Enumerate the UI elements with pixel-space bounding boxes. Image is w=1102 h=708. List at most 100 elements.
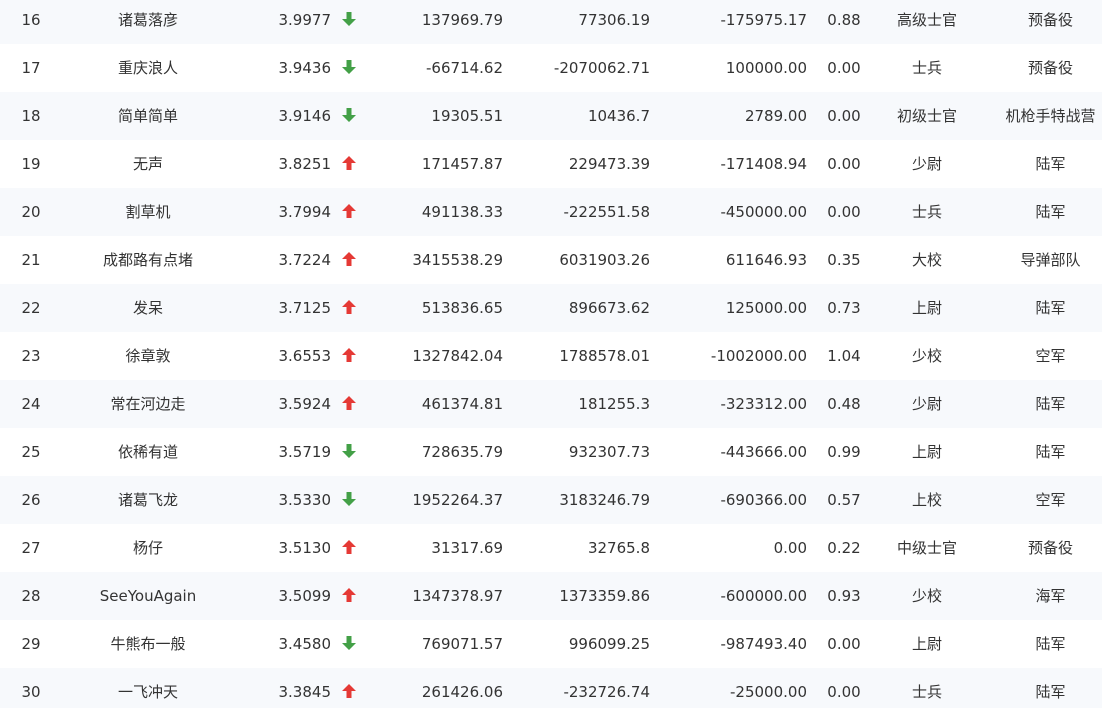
value2-cell: 10436.7 xyxy=(587,107,650,125)
value3-cell: -171408.94 xyxy=(720,155,807,173)
arrow-down-icon xyxy=(342,108,356,122)
table-row[interactable]: 18 简单简单 3.9146 19305.51 10436.7 2789.00 0.00 初级… xyxy=(0,92,1102,140)
score-cell: 3.5330 xyxy=(278,491,332,509)
trend-cell xyxy=(338,476,360,524)
ratio-cell: 0.35 xyxy=(827,251,861,269)
value3-cell: -443666.00 xyxy=(720,443,807,461)
trend-cell xyxy=(338,44,360,92)
score-cell: 3.5719 xyxy=(278,443,332,461)
table-row[interactable]: 24 常在河边走 3.5924 461374.81 181255.3 -323312.00… xyxy=(0,380,1102,428)
trend-cell xyxy=(338,524,360,572)
military-rank-cell: 上尉 xyxy=(911,635,942,653)
ratio-cell: 1.04 xyxy=(827,347,861,365)
value3-cell: -600000.00 xyxy=(720,587,807,605)
value1-cell: -66714.62 xyxy=(426,59,503,77)
value1-cell: 769071.57 xyxy=(421,635,503,653)
name-cell: 诸葛飞龙 xyxy=(117,491,178,509)
rank-cell: 30 xyxy=(21,683,41,701)
trend-cell xyxy=(338,332,360,380)
ratio-cell: 0.48 xyxy=(827,395,861,413)
military-rank-cell: 初级士官 xyxy=(896,107,957,125)
value1-cell: 491138.33 xyxy=(421,203,503,221)
value2-cell: 3183246.79 xyxy=(559,491,650,509)
value3-cell: -1002000.00 xyxy=(710,347,807,365)
trend-cell xyxy=(338,668,360,708)
value1-cell: 1952264.37 xyxy=(412,491,503,509)
value1-cell: 461374.81 xyxy=(421,395,503,413)
arrow-up-icon xyxy=(342,684,356,698)
table-row[interactable]: 17 重庆浪人 3.9436 -66714.62 -2070062.71 100000.0… xyxy=(0,44,1102,92)
unit-cell: 机枪手特战营 xyxy=(1005,107,1096,125)
table-row[interactable]: 21 成都路有点堵 3.7224 3415538.29 6031903.26 611646… xyxy=(0,236,1102,284)
value1-cell: 171457.87 xyxy=(421,155,503,173)
score-cell: 3.9146 xyxy=(278,107,332,125)
arrow-up-icon xyxy=(342,204,356,218)
rank-cell: 29 xyxy=(21,635,41,653)
arrow-up-icon xyxy=(342,348,356,362)
table-row[interactable]: 27 杨仔 3.5130 31317.69 32765.8 0.00 0.22 中级士官 预备役 xyxy=(0,524,1102,572)
value3-cell: 611646.93 xyxy=(725,251,807,269)
score-cell: 3.7224 xyxy=(278,251,332,269)
table-row[interactable]: 30 一飞冲天 3.3845 261426.06 -232726.74 -25000.00… xyxy=(0,668,1102,708)
score-cell: 3.5130 xyxy=(278,539,332,557)
name-cell: 杨仔 xyxy=(132,539,163,557)
arrow-up-icon xyxy=(342,396,356,410)
arrow-up-icon xyxy=(342,540,356,554)
value3-cell: -987493.40 xyxy=(720,635,807,653)
name-cell: SeeYouAgain xyxy=(99,587,197,605)
unit-cell: 导弹部队 xyxy=(1020,251,1081,269)
name-cell: 发呆 xyxy=(132,299,163,317)
value3-cell: 125000.00 xyxy=(725,299,807,317)
table-row[interactable]: 23 徐章敦 3.6553 1327842.04 1788578.01 -1002000.… xyxy=(0,332,1102,380)
unit-cell: 预备役 xyxy=(1027,11,1073,29)
rank-cell: 19 xyxy=(21,155,41,173)
military-rank-cell: 少尉 xyxy=(911,155,942,173)
table-row[interactable]: 29 牛熊布一般 3.4580 769071.57 996099.25 -987493.4… xyxy=(0,620,1102,668)
ranking-table: 16 诸葛落彦 3.9977 137969.79 77306.19 -175975.17 0… xyxy=(0,0,1102,708)
table-row[interactable]: 25 依稀有道 3.5719 728635.79 932307.73 -443666.00… xyxy=(0,428,1102,476)
name-cell: 简单简单 xyxy=(117,107,178,125)
value2-cell: 1788578.01 xyxy=(559,347,650,365)
name-cell: 徐章敦 xyxy=(125,347,171,365)
rank-cell: 25 xyxy=(21,443,41,461)
table-row[interactable]: 19 无声 3.8251 171457.87 229473.39 -171408.94 0.… xyxy=(0,140,1102,188)
value1-cell: 513836.65 xyxy=(421,299,503,317)
ratio-cell: 0.00 xyxy=(827,635,861,653)
ratio-cell: 0.00 xyxy=(827,203,861,221)
ratio-cell: 0.88 xyxy=(827,11,861,29)
value2-cell: 932307.73 xyxy=(568,443,650,461)
rank-cell: 26 xyxy=(21,491,41,509)
unit-cell: 陆军 xyxy=(1035,635,1066,653)
score-cell: 3.7994 xyxy=(278,203,332,221)
value2-cell: 229473.39 xyxy=(568,155,650,173)
value2-cell: 181255.3 xyxy=(578,395,650,413)
table-row[interactable]: 26 诸葛飞龙 3.5330 1952264.37 3183246.79 -690366.… xyxy=(0,476,1102,524)
table-row[interactable]: 22 发呆 3.7125 513836.65 896673.62 125000.00 0.7… xyxy=(0,284,1102,332)
value2-cell: -232726.74 xyxy=(563,683,650,701)
trend-cell xyxy=(338,620,360,668)
table-row[interactable]: 16 诸葛落彦 3.9977 137969.79 77306.19 -175975.17 0… xyxy=(0,0,1102,44)
arrow-down-icon xyxy=(342,492,356,506)
value1-cell: 19305.51 xyxy=(431,107,503,125)
name-cell: 诸葛落彦 xyxy=(117,11,178,29)
value2-cell: 6031903.26 xyxy=(559,251,650,269)
score-cell: 3.9977 xyxy=(278,11,332,29)
value2-cell: 77306.19 xyxy=(578,11,650,29)
name-cell: 割草机 xyxy=(125,203,171,221)
unit-cell: 空军 xyxy=(1035,347,1066,365)
value3-cell: -323312.00 xyxy=(720,395,807,413)
name-cell: 常在河边走 xyxy=(110,395,186,413)
rank-cell: 21 xyxy=(21,251,41,269)
score-cell: 3.9436 xyxy=(278,59,332,77)
value3-cell: 100000.00 xyxy=(725,59,807,77)
value3-cell: 0.00 xyxy=(773,539,807,557)
unit-cell: 陆军 xyxy=(1035,203,1066,221)
rank-cell: 28 xyxy=(21,587,41,605)
value1-cell: 261426.06 xyxy=(421,683,503,701)
unit-cell: 陆军 xyxy=(1035,395,1066,413)
table-row[interactable]: 28 SeeYouAgain 3.5099 1347378.97 1373359.86 -… xyxy=(0,572,1102,620)
trend-cell xyxy=(338,92,360,140)
table-row[interactable]: 20 割草机 3.7994 491138.33 -222551.58 -450000.00… xyxy=(0,188,1102,236)
score-cell: 3.5099 xyxy=(278,587,332,605)
rank-cell: 22 xyxy=(21,299,41,317)
